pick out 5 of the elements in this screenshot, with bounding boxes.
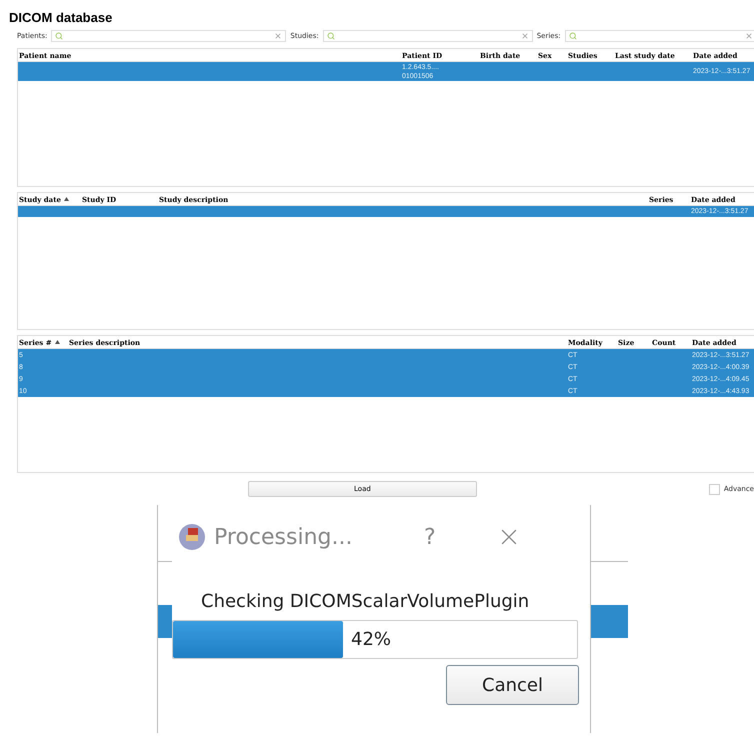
status-message: Checking DICOMScalarVolumePlugin bbox=[201, 591, 530, 612]
cancel-button[interactable]: Cancel bbox=[446, 665, 579, 705]
dialog-title: Processing... bbox=[214, 524, 354, 550]
page-title: DICOM database bbox=[8, 9, 114, 25]
progress-reading: 42% bbox=[351, 629, 392, 650]
